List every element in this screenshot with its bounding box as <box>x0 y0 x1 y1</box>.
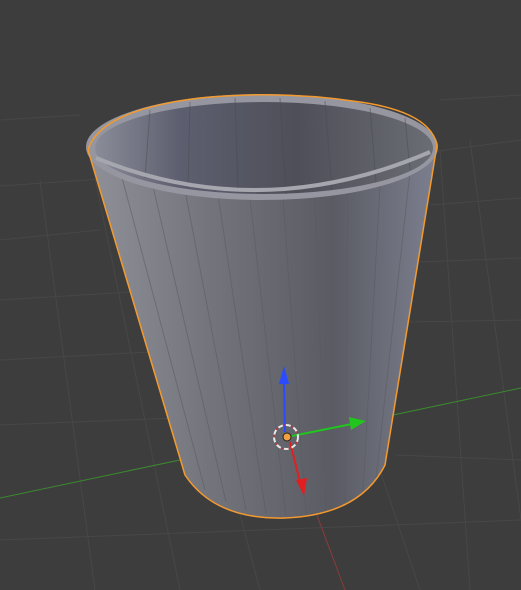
3d-viewport[interactable] <box>0 0 521 590</box>
cup-mesh[interactable] <box>86 94 438 519</box>
z-axis-handle[interactable] <box>283 377 286 433</box>
object-origin-icon <box>282 432 292 442</box>
viewport-canvas[interactable] <box>0 0 521 590</box>
